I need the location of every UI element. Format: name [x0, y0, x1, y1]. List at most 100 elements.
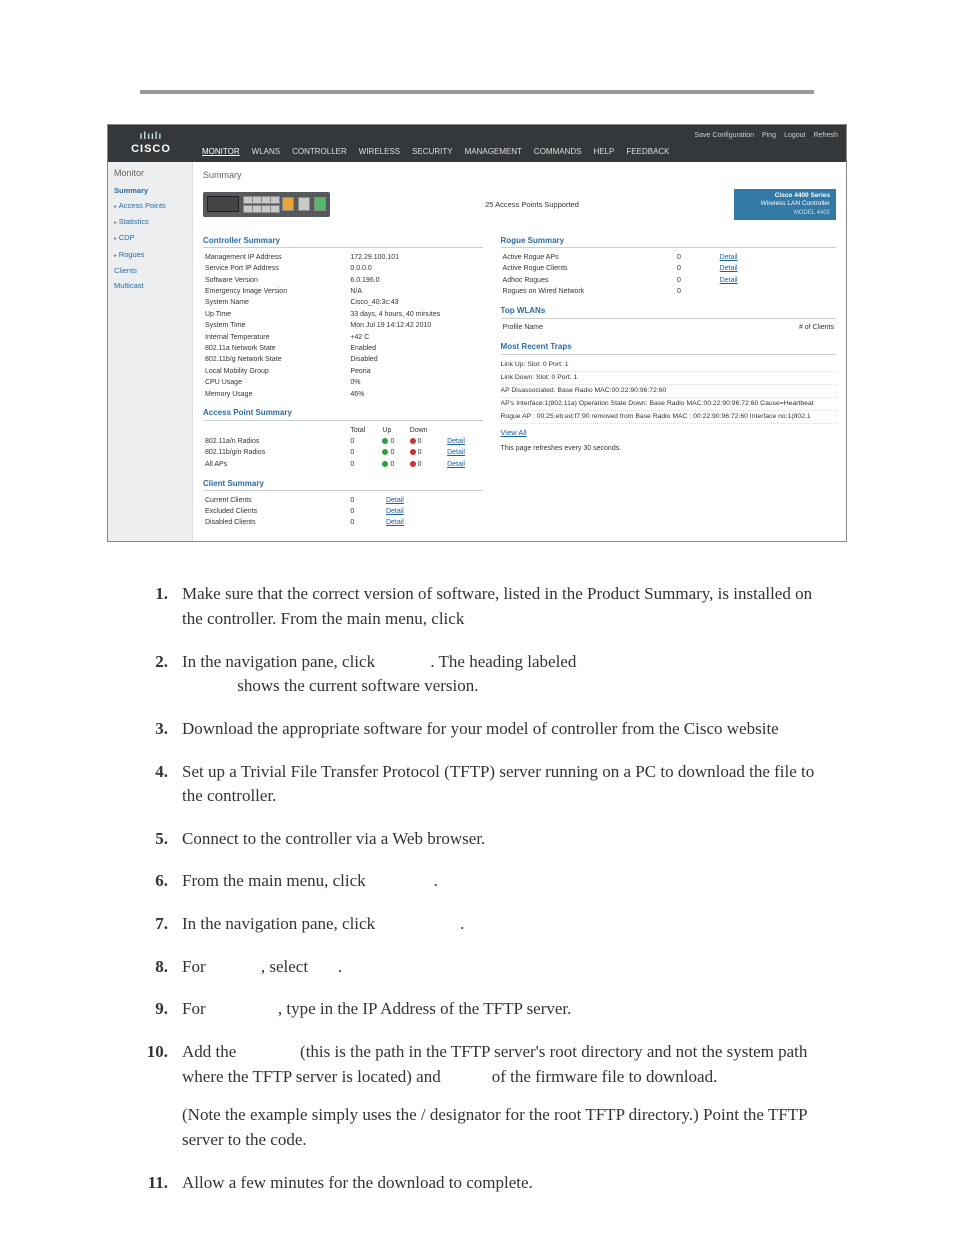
detail-link[interactable]: Detail [447, 438, 465, 445]
link-logout[interactable]: Logout [784, 132, 805, 140]
step-8: 8.For , select . [130, 955, 824, 980]
menu-commands[interactable]: COMMANDS [534, 147, 582, 157]
menu-feedback[interactable]: FEEDBACK [626, 147, 669, 157]
table-row: 802.11b/g/n Radios 0 0 0 Detail [203, 448, 483, 459]
badge-model: MODEL 4402 [740, 210, 830, 217]
indicator-amber [282, 197, 294, 211]
table-header-row: Total Up Down [203, 425, 483, 436]
table-row: Rogues on Wired Network0 [501, 287, 836, 298]
step-3: 3.Download the appropriate software for … [130, 717, 824, 742]
header-toplinks: Save Configuration Ping Logout Refresh [194, 128, 846, 142]
sidebar-title: Monitor [114, 168, 192, 183]
view-all-link[interactable]: View All [501, 428, 527, 437]
table-row: Internal Temperature+42 C [203, 332, 483, 343]
client-summary-title: Client Summary [203, 479, 483, 492]
trap-row: Link Down: Slot: 0 Port: 1 [501, 372, 836, 385]
table-row: Management IP Address172.29.100.101 [203, 252, 483, 263]
step-7: 7.In the navigation pane, click . [130, 912, 824, 937]
brand-logo: ılıılı CISCO [108, 125, 194, 162]
side-multicast[interactable]: Multicast [114, 278, 192, 293]
table-row: Excluded Clients0Detail [203, 507, 483, 518]
step-6: 6.From the main menu, click . [130, 869, 824, 894]
table-row: Memory Usage46% [203, 389, 483, 400]
link-save-config[interactable]: Save Configuration [695, 132, 755, 140]
content-area: Summary 25 Access Points Supported [193, 162, 846, 541]
step-text: In the navigation pane, click . The head… [182, 650, 824, 699]
main-menu: MONITOR WLANs CONTROLLER WIRELESS SECURI… [194, 143, 846, 163]
side-summary[interactable]: Summary [114, 183, 192, 198]
step-text: For , select . [182, 955, 824, 980]
side-statistics[interactable]: Statistics [114, 214, 192, 230]
detail-link[interactable]: Detail [447, 461, 465, 468]
two-col: Controller Summary Management IP Address… [203, 228, 836, 530]
table-row: Up Time33 days, 4 hours, 40 minutes [203, 309, 483, 320]
menu-management[interactable]: MANAGEMENT [465, 147, 522, 157]
menu-wlans[interactable]: WLANs [252, 147, 280, 157]
detail-link[interactable]: Detail [386, 508, 404, 515]
table-row: All APs 0 0 0 Detail [203, 459, 483, 470]
refresh-note: This page refreshes every 30 seconds. [501, 445, 836, 453]
menu-security[interactable]: SECURITY [412, 147, 452, 157]
rogue-summary-table: Active Rogue APs0Detail Active Rogue Cli… [501, 252, 836, 298]
badge-title: Cisco 4400 Series [775, 192, 830, 199]
detail-link[interactable]: Detail [720, 254, 738, 261]
ap-summary-table: Total Up Down 802.11a/n Radios 0 0 0 Det… [203, 425, 483, 471]
trap-row: Rogue AP : 00:25:eb:ed:f7:90 removed fro… [501, 411, 836, 424]
recent-traps-title: Most Recent Traps [501, 342, 836, 355]
detail-link[interactable]: Detail [386, 519, 404, 526]
table-row: Service Port IP Address0.0.0.0 [203, 264, 483, 275]
link-ping[interactable]: Ping [762, 132, 776, 140]
step-10: 10. Add the (this is the path in the TFT… [130, 1040, 824, 1153]
table-row: 802.11a/n Radios 0 0 0 Detail [203, 436, 483, 447]
status-dot-red-icon [410, 461, 416, 467]
table-row: Emergency Image VersionN/A [203, 287, 483, 298]
side-access-points[interactable]: Access Points [114, 198, 192, 214]
menu-help[interactable]: HELP [593, 147, 614, 157]
status-dot-red-icon [410, 438, 416, 444]
instruction-list: 1.Make sure that the correct version of … [130, 582, 824, 1195]
step-text: Download the appropriate software for yo… [182, 717, 824, 742]
header-right: Save Configuration Ping Logout Refresh M… [194, 128, 846, 162]
detail-link[interactable]: Detail [720, 265, 738, 272]
step-text: For , type in the IP Address of the TFTP… [182, 997, 824, 1022]
step-text: Set up a Trivial File Transfer Protocol … [182, 760, 824, 809]
step-1: 1.Make sure that the correct version of … [130, 582, 824, 631]
link-refresh[interactable]: Refresh [813, 132, 838, 140]
recent-traps-list: Link Up: Slot: 0 Port: 1 Link Down: Slot… [501, 359, 836, 425]
model-badge: Cisco 4400 Series Wireless LAN Controlle… [734, 189, 836, 220]
side-cdp[interactable]: CDP [114, 230, 192, 246]
step-text: In the navigation pane, click . [182, 912, 824, 937]
table-row: Active Rogue APs0Detail [501, 252, 836, 263]
table-row: Current Clients0Detail [203, 495, 483, 506]
client-summary-table: Current Clients0Detail Excluded Clients0… [203, 495, 483, 529]
aps-supported: 25 Access Points Supported [336, 200, 728, 209]
top-rule [140, 90, 814, 94]
detail-link[interactable]: Detail [386, 497, 404, 504]
table-row: Active Rogue Clients0Detail [501, 264, 836, 275]
step-note: (Note the example simply uses the / desi… [182, 1103, 824, 1152]
detail-link[interactable]: Detail [720, 277, 738, 284]
detail-link[interactable]: Detail [447, 449, 465, 456]
status-dot-green-icon [382, 438, 388, 444]
table-row: 802.11b/g Network StateDisabled [203, 355, 483, 366]
side-rogues[interactable]: Rogues [114, 247, 192, 263]
controller-summary-table: Management IP Address172.29.100.101 Serv… [203, 252, 483, 400]
ap-summary-title: Access Point Summary [203, 408, 483, 421]
status-dot-green-icon [382, 461, 388, 467]
side-clients[interactable]: Clients [114, 263, 192, 278]
menu-wireless[interactable]: WIRELESS [359, 147, 400, 157]
app-header: ılıılı CISCO Save Configuration Ping Log… [108, 125, 846, 162]
table-header-row: Profile Name# of Clients [501, 323, 836, 334]
menu-monitor[interactable]: MONITOR [202, 147, 240, 157]
indicator-green [314, 197, 326, 211]
table-row: System NameCisco_40:3c:43 [203, 298, 483, 309]
table-row: Software Version6.0.196.0 [203, 275, 483, 286]
app-body: Monitor Summary Access Points Statistics… [108, 162, 846, 541]
step-2: 2. In the navigation pane, click . The h… [130, 650, 824, 699]
table-row: 802.11a Network StateEnabled [203, 343, 483, 354]
menu-controller[interactable]: CONTROLLER [292, 147, 347, 157]
page-heading: Summary [203, 170, 836, 181]
step-text: Add the (this is the path in the TFTP se… [182, 1040, 824, 1153]
step-text: Connect to the controller via a Web brow… [182, 827, 824, 852]
screenshot: ılıılı CISCO Save Configuration Ping Log… [107, 124, 847, 542]
